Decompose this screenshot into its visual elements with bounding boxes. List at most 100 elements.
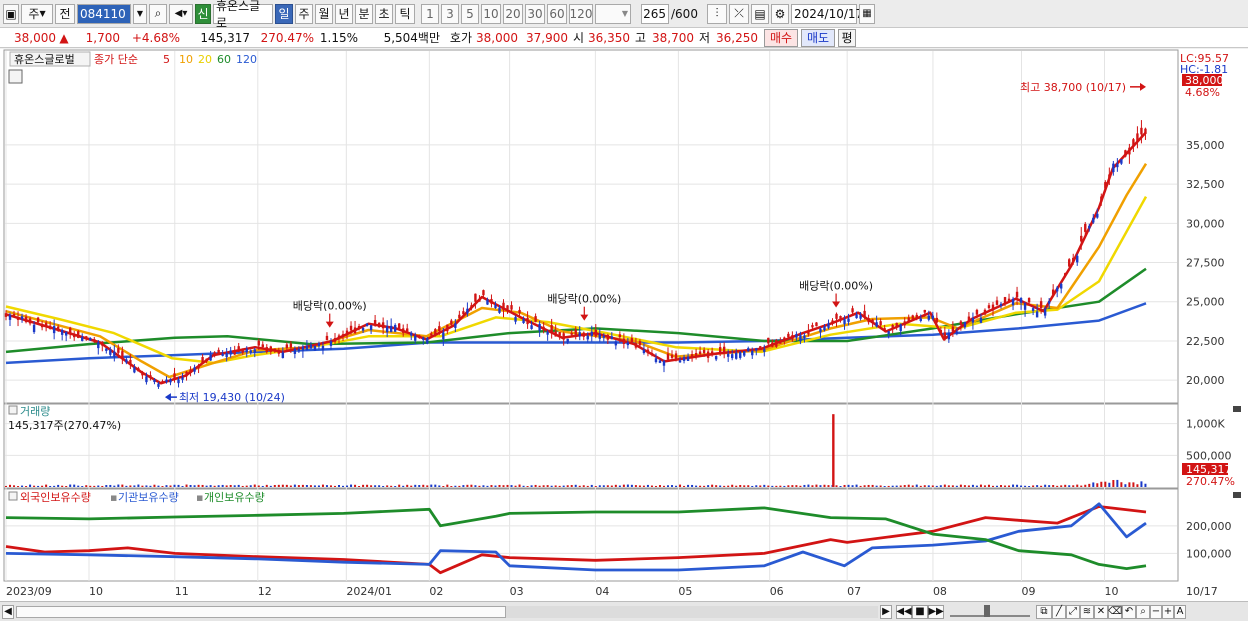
candle-body [442,332,445,340]
interval-120[interactable]: 120 [569,3,593,24]
volume-bar [57,484,60,487]
candle-body [474,293,477,302]
volume-bar [863,485,866,487]
candle-body [831,320,834,324]
scroll-left-icon[interactable]: ◀ [2,604,14,619]
candle-body [1051,289,1055,295]
interval-20[interactable]: 20 [503,3,523,24]
interval-60[interactable]: 60 [547,3,567,24]
candle-body [241,349,244,353]
volume-bar [1044,484,1047,487]
volume-bar [1036,485,1039,487]
zoom-out-icon[interactable]: − [1150,604,1162,619]
settings-icon[interactable]: ⚙ [771,3,789,24]
volume-bar [233,485,236,487]
candle-body [293,348,297,354]
market-select[interactable]: 주 ▼ [21,3,53,24]
count-input[interactable]: 265 [641,3,669,24]
candle-body [458,314,461,319]
code-dropdown-icon[interactable]: ▼ [133,3,147,24]
volume-collapse-icon[interactable] [1233,406,1241,412]
legend-institution: 기관보유수량 [118,491,179,504]
candle-type-icon[interactable]: ⫶ [707,3,727,24]
stop-icon[interactable]: ■ [912,604,928,619]
tab-period-6[interactable]: 틱 [395,3,415,24]
candle-body [983,309,987,315]
candle-body [566,338,569,343]
candle-body [775,340,778,347]
interval-10[interactable]: 10 [481,3,501,24]
candle-body [341,334,345,337]
tab-period-5[interactable]: 초 [375,3,393,24]
interval-dropdown[interactable]: ▼ [595,3,631,24]
volume-bar [1116,479,1119,487]
zoom-slider[interactable] [950,604,1030,617]
eraser-icon[interactable]: ⌫ [1108,604,1122,619]
zoom-icon[interactable]: ⌕ [1136,604,1150,619]
trend-tool-icon[interactable]: ⤢ [1066,604,1080,619]
candle-body [666,353,670,360]
candle-body [1088,225,1091,229]
buy-button[interactable]: 매수 [764,28,798,47]
tab-period-1[interactable]: 주 [295,3,313,24]
sound-icon[interactable]: ◀▾ [169,3,193,24]
save-icon[interactable]: ▤ [751,3,769,24]
date-input[interactable]: 2024/10/17 [791,3,863,24]
volume-bar [49,485,52,487]
tab-period-4[interactable]: 분 [355,3,373,24]
scroll-track[interactable] [16,605,878,618]
candle-body [269,346,273,352]
candle-body [939,330,943,335]
sell-button[interactable]: 매도 [801,28,835,47]
line-tool-icon[interactable]: ╱ [1052,604,1066,619]
interval-30[interactable]: 30 [525,3,545,24]
chart-area[interactable]: 휴온스글로벌 종가 단순 5 10 20 60 120 LC:95.57 HC:… [0,49,1248,601]
open-value: 36,350 [588,30,630,45]
draw-tool-icon[interactable]: ⤫ [729,3,749,24]
tab-period-3[interactable]: 년 [335,3,353,24]
volume-tick: 1,000K [1186,418,1225,431]
window-icon[interactable]: ▣ [3,3,19,24]
dividend-annotation: 배당락(0.00%) [547,293,621,306]
scroll-thumb[interactable] [16,605,506,618]
candle-body [542,326,545,331]
chart-svg[interactable]: 휴온스글로벌 종가 단순 5 10 20 60 120 LC:95.57 HC:… [0,49,1248,601]
new-badge: 신 [195,3,211,24]
volume-bar [245,485,248,487]
undo-icon[interactable]: ↶ [1122,604,1136,619]
rewind-icon[interactable]: ◀◀ [896,604,912,619]
search-icon[interactable]: ⌕ [149,3,167,24]
zoom-in-icon[interactable]: + [1162,604,1174,619]
eval-button[interactable]: 평 [838,28,856,47]
interval-1[interactable]: 1 [421,3,439,24]
interval-5[interactable]: 5 [461,3,479,24]
price-panel[interactable] [3,49,1179,404]
candle-body [325,335,329,341]
candle-body [357,326,361,329]
fib-tool-icon[interactable]: ≋ [1080,604,1094,619]
tab-period-2[interactable]: 월 [315,3,333,24]
prefix-button[interactable]: 전 [55,3,75,24]
price-tick: 30,000 [1186,217,1225,230]
calendar-icon[interactable]: ▦ [859,3,875,24]
scroll-right-icon[interactable]: ▶ [880,604,892,619]
grid-toggle-icon[interactable] [8,69,23,84]
candle-body [526,317,529,325]
zoom-slider-handle[interactable] [984,604,990,617]
stock-code-input[interactable]: 084110 [77,3,131,24]
x-label: 04 [595,585,609,598]
play-icon[interactable]: ▶▶ [928,604,944,619]
volume-bar [763,484,766,487]
cross-tool-icon[interactable]: ✕ [1094,604,1108,619]
candle-body [955,331,959,334]
tab-period-0[interactable]: 일 [275,3,293,24]
compare-icon[interactable]: ⧉ [1036,604,1052,619]
volume-bar [442,486,445,487]
holdings-collapse-icon[interactable] [1233,492,1241,498]
volume-panel-icon[interactable] [8,405,18,415]
holdings-panel-icon[interactable] [8,491,18,501]
volume-panel[interactable] [3,403,1179,489]
font-size-icon[interactable]: A [1174,604,1186,619]
volume-bar [430,484,433,487]
interval-3[interactable]: 3 [441,3,459,24]
